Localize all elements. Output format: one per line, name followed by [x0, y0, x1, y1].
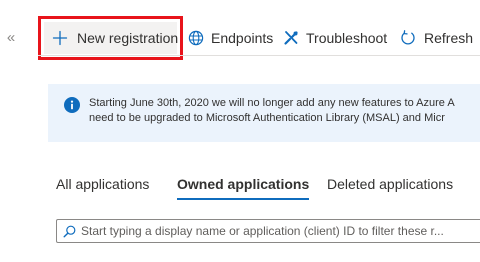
refresh-label: Refresh: [424, 30, 474, 46]
refresh-icon: [401, 30, 415, 45]
info-icon: [64, 97, 80, 113]
filter-search-box[interactable]: [56, 219, 480, 243]
wrench-icon: [284, 31, 298, 45]
troubleshoot-label: Troubleshoot: [306, 30, 388, 46]
endpoints-button[interactable]: Endpoints: [188, 16, 273, 60]
new-registration-button[interactable]: New registration: [38, 16, 183, 60]
tab-deleted-applications[interactable]: Deleted applications: [327, 172, 453, 198]
tab-all-applications[interactable]: All applications: [56, 172, 149, 198]
banner-line-1: Starting June 30th, 2020 we will no long…: [89, 97, 455, 109]
search-input[interactable]: [81, 220, 480, 242]
tab-owned-label: Owned applications: [177, 176, 310, 192]
banner-message: Starting June 30th, 2020 we will no long…: [89, 96, 480, 126]
endpoints-label: Endpoints: [211, 30, 274, 46]
selected-tab-indicator: [177, 198, 310, 200]
troubleshoot-button[interactable]: Troubleshoot: [283, 16, 387, 60]
command-bar: New registration Endpoints Troubleshoot …: [38, 16, 480, 60]
banner-line-2: need to be upgraded to Microsoft Authent…: [89, 112, 445, 124]
search-icon: [63, 225, 76, 238]
info-banner: Starting June 30th, 2020 we will no long…: [48, 84, 480, 142]
refresh-button[interactable]: Refresh: [400, 16, 473, 60]
application-tabs: All applications Owned applications Dele…: [56, 172, 480, 202]
collapse-panel-button[interactable]: «: [4, 28, 18, 48]
tab-owned-applications[interactable]: Owned applications: [177, 172, 310, 200]
new-registration-label: New registration: [77, 30, 179, 46]
globe-icon: [188, 30, 204, 46]
plus-icon: [52, 30, 68, 46]
command-bar-divider: [38, 55, 480, 56]
